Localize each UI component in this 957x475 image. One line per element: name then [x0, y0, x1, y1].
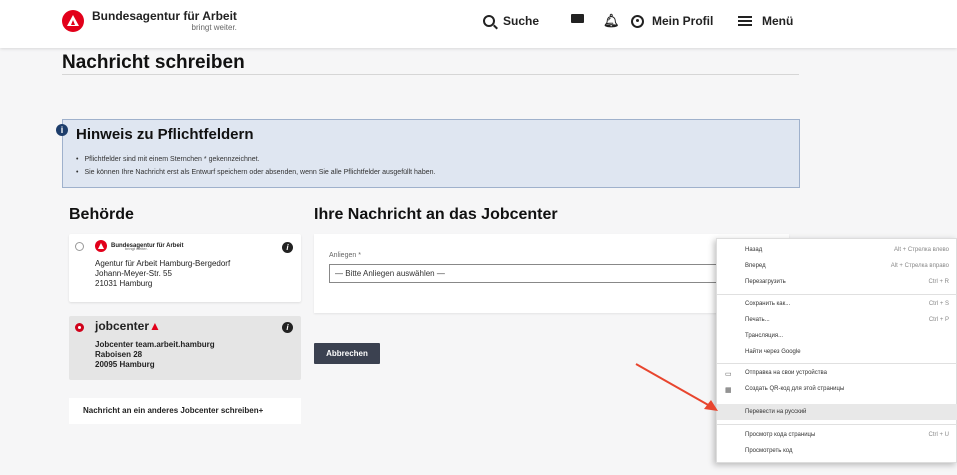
notice-item: Pflichtfelder sind mit einem Sternchen *… [76, 156, 435, 163]
menu-separator [717, 424, 957, 425]
jobcenter-logo-mark: ▲ [149, 319, 161, 333]
search-icon [483, 15, 495, 27]
menu-item-label: Трансляция... [745, 333, 784, 339]
notice-item: Sie können Ihre Nachricht erst als Entwu… [76, 169, 435, 176]
menu-item-label: Назад [745, 247, 763, 253]
menu-item-label: Печать... [745, 317, 770, 323]
notifications-button[interactable]: 🔔︎ [603, 14, 620, 27]
authority-address: Jobcenter team.arbeit.hamburg Raboisen 2… [95, 340, 215, 370]
menu-item-label: Вперед [745, 263, 766, 269]
menu-item-label: Отправка на свои устройства [745, 370, 827, 376]
notice-list: Pflichtfelder sind mit einem Sternchen *… [76, 156, 435, 182]
menu-item-cast[interactable]: Трансляция... [745, 333, 955, 339]
radio-button-selected[interactable] [75, 323, 84, 332]
menu-item-label: Просмотреть код [745, 448, 793, 454]
menu-item-inspect[interactable]: Просмотреть код [745, 448, 955, 454]
top-header: Bundesagentur für Arbeit bringt weiter. … [0, 0, 957, 48]
search-button[interactable]: Suche [483, 14, 539, 28]
authority-address: Agentur für Arbeit Hamburg-Bergedorf Joh… [95, 259, 230, 289]
page-title: Nachricht schreiben [62, 52, 245, 73]
jobcenter-logo-text: jobcenter [95, 319, 150, 333]
cancel-button[interactable]: Abbrechen [314, 343, 380, 364]
jobcenter-logo: jobcenter▲ [95, 319, 161, 333]
bell-icon: 🔔︎ [603, 13, 620, 28]
send-to-devices-icon: ▭ [725, 371, 732, 378]
anliegen-label: Anliegen * [329, 252, 361, 259]
menu-label: Menü [762, 14, 794, 28]
logo-tagline: bringt weiter. [191, 23, 237, 32]
arrow-head [704, 400, 718, 411]
menu-shortcut: Ctrl + U [928, 432, 949, 438]
menu-item-label: Создать QR-код для этой страницы [745, 386, 845, 392]
authority-card-jobcenter[interactable]: jobcenter▲ i Jobcenter team.arbeit.hambu… [69, 316, 301, 380]
menu-shortcut: Alt + Стрелка влево [893, 247, 949, 253]
address-line: Raboisen 28 [95, 350, 143, 359]
site-logo[interactable]: Bundesagentur für Arbeit bringt weiter. [62, 10, 237, 32]
radio-button[interactable] [75, 242, 84, 251]
info-icon[interactable]: i [282, 322, 293, 333]
address-line: Jobcenter team.arbeit.hamburg [95, 340, 215, 349]
authority-card-agentur[interactable]: Bundesagentur für Arbeit bringt weiter. … [69, 234, 301, 302]
menu-shortcut: Ctrl + R [928, 279, 949, 285]
ba-logo-icon [62, 10, 84, 32]
menu-item-send-to-devices[interactable]: Отправка на свои устройства [745, 370, 955, 376]
info-icon[interactable]: i [282, 242, 293, 253]
menu-shortcut: Ctrl + S [928, 301, 949, 307]
anliegen-select[interactable]: — Bitte Anliegen auswählen — [329, 264, 725, 283]
other-jobcenter-link[interactable]: Nachricht an ein anderes Jobcenter schre… [69, 398, 301, 424]
menu-item-print[interactable]: Печать... Ctrl + P [745, 317, 955, 323]
profile-label: Mein Profil [652, 14, 714, 28]
annotation-arrow [635, 363, 718, 411]
mini-logo-tagline: bringt weiter. [125, 246, 148, 251]
menu-item-label: Перевести на русский [745, 409, 807, 415]
menu-button[interactable]: Menü [738, 14, 793, 28]
menu-item-qr-code[interactable]: Создать QR-код для этой страницы [745, 386, 955, 392]
menu-item-translate[interactable]: Перевести на русский [745, 409, 955, 415]
title-divider [62, 74, 799, 75]
menu-item-label: Сохранить как... [745, 301, 791, 307]
menu-shortcut: Alt + Стрелка вправо [890, 263, 949, 269]
menu-item-forward[interactable]: Вперед Alt + Стрелка вправо [745, 263, 955, 269]
notice-title: Hinweis zu Pflichtfeldern [76, 126, 254, 143]
menu-shortcut: Ctrl + P [928, 317, 949, 323]
address-line: Johann-Meyer-Str. 55 [95, 269, 172, 278]
menu-separator [717, 294, 957, 295]
mail-icon [571, 14, 584, 23]
menu-item-label: Перезагрузить [745, 279, 786, 285]
hamburger-icon [738, 16, 752, 26]
address-line: 21031 Hamburg [95, 279, 153, 288]
menu-item-label: Просмотр кода страницы [745, 432, 816, 438]
menu-item-reload[interactable]: Перезагрузить Ctrl + R [745, 279, 955, 285]
menu-item-back[interactable]: Назад Alt + Стрелка влево [745, 247, 955, 253]
profile-icon [631, 14, 644, 28]
message-heading: Ihre Nachricht an das Jobcenter [314, 206, 558, 223]
address-line: Agentur für Arbeit Hamburg-Bergedorf [95, 259, 231, 268]
menu-separator [717, 363, 957, 364]
logo-title: Bundesagentur für Arbeit [92, 9, 237, 23]
mail-button[interactable] [571, 14, 584, 23]
arrow-shaft [635, 363, 711, 407]
profile-button[interactable]: Mein Profil [631, 14, 713, 28]
search-label: Suche [503, 14, 540, 28]
behoerde-heading: Behörde [69, 206, 134, 223]
context-menu: Назад Alt + Стрелка влево Вперед Alt + Стр… [716, 238, 957, 463]
ba-logo-icon [95, 240, 107, 252]
qr-code-icon: ▦ [725, 387, 732, 394]
menu-item-label: Найти через Google [745, 349, 801, 355]
address-line: 20095 Hamburg [95, 360, 155, 369]
menu-item-view-source[interactable]: Просмотр кода страницы Ctrl + U [745, 432, 955, 438]
menu-item-save-as[interactable]: Сохранить как... Ctrl + S [745, 301, 955, 307]
info-icon: i [56, 124, 68, 136]
menu-item-search-google[interactable]: Найти через Google [745, 349, 955, 355]
